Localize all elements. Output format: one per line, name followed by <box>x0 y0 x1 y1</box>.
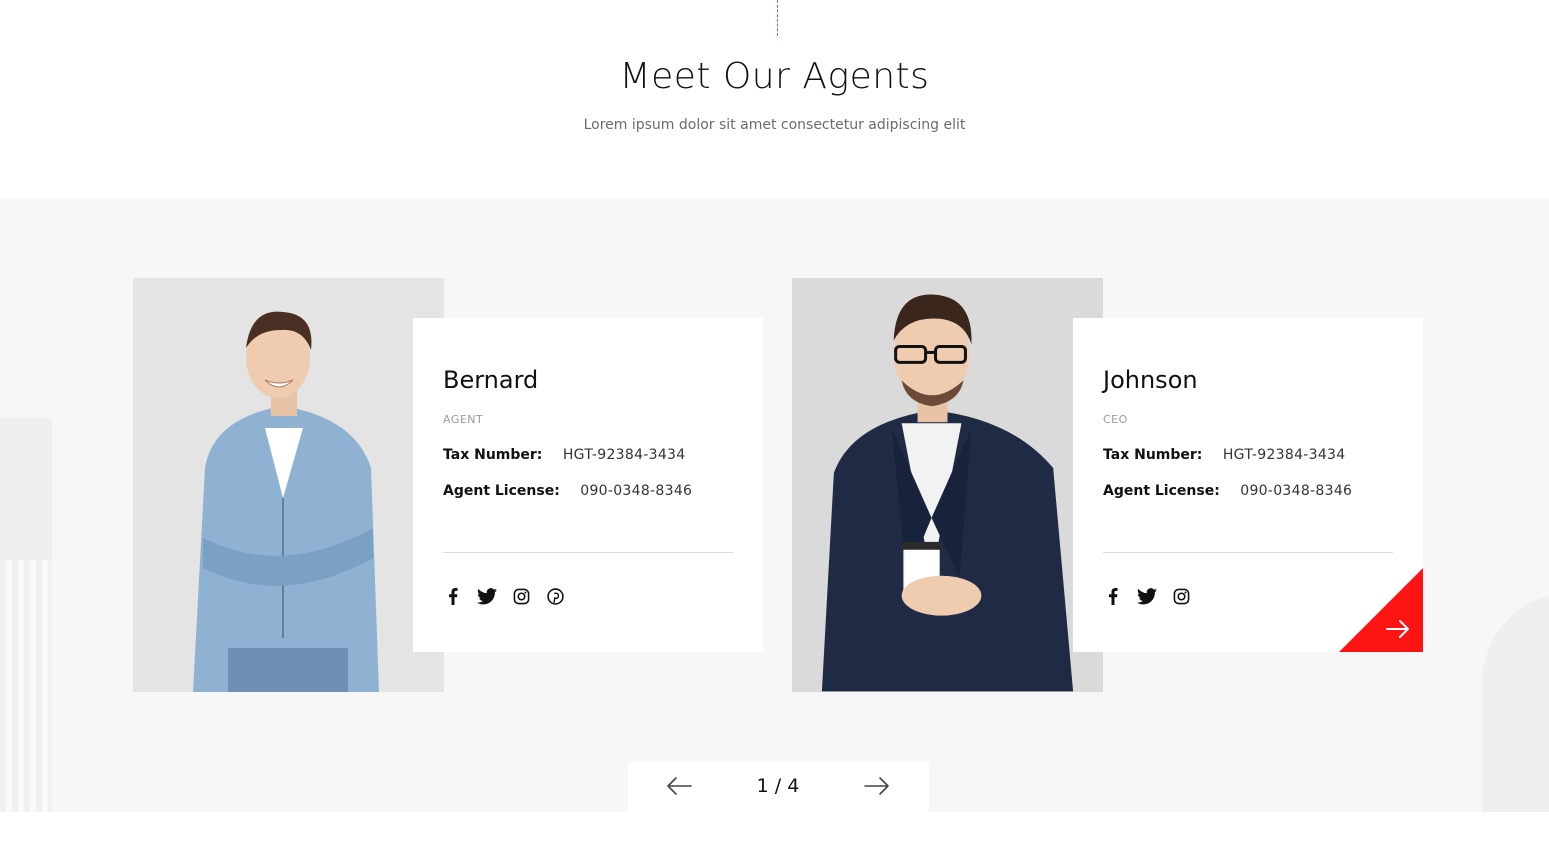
instagram-icon[interactable] <box>1171 586 1191 606</box>
tax-number-value: HGT-92384-3434 <box>562 447 686 463</box>
agent-photo <box>133 278 444 692</box>
agent-photo-man-blazer-coffee <box>792 278 1103 692</box>
card-divider <box>1103 552 1393 553</box>
next-slide-button[interactable] <box>864 776 894 798</box>
card-divider <box>443 552 733 553</box>
decorative-stripes <box>0 560 52 812</box>
twitter-icon[interactable] <box>477 586 497 606</box>
arrow-right-icon <box>864 777 889 795</box>
agent-name[interactable]: Bernard <box>443 366 538 394</box>
tax-number-label: Tax Number: <box>1103 447 1203 463</box>
arrow-left-icon <box>667 777 692 795</box>
agent-name[interactable]: Johnson <box>1103 366 1198 394</box>
slide-counter: 1 / 4 <box>756 775 800 797</box>
agent-license-label: Agent License: <box>443 483 560 499</box>
agent-details-button[interactable] <box>1339 567 1423 652</box>
agent-photo <box>792 278 1103 692</box>
social-links <box>1103 586 1191 606</box>
facebook-icon[interactable] <box>1103 586 1123 606</box>
corner-accent <box>1339 567 1423 652</box>
agent-license-value: 090-0348-8346 <box>580 483 693 499</box>
agent-role: AGENT <box>443 413 484 426</box>
agent-card: Johnson CEO Tax Number: HGT-92384-3434 A… <box>1073 318 1423 652</box>
agent-license-value: 090-0348-8346 <box>1240 483 1353 499</box>
decorative-arc <box>1482 593 1549 812</box>
facebook-icon[interactable] <box>443 586 463 606</box>
section-top-divider <box>777 0 778 36</box>
agent-photo-man-denim-shirt <box>133 278 444 692</box>
agent-license-row: Agent License: 090-0348-8346 <box>443 483 692 499</box>
twitter-icon[interactable] <box>1137 586 1157 606</box>
tax-number-row: Tax Number: HGT-92384-3434 <box>443 447 685 463</box>
arrow-right-icon <box>1386 620 1409 638</box>
agent-license-label: Agent License: <box>1103 483 1220 499</box>
pinterest-icon[interactable] <box>545 586 565 606</box>
tax-number-value: HGT-92384-3434 <box>1222 447 1346 463</box>
agent-role: CEO <box>1103 413 1128 426</box>
prev-slide-button[interactable] <box>666 776 696 798</box>
agent-card: Bernard AGENT Tax Number: HGT-92384-3434… <box>413 318 763 652</box>
carousel-pagination: 1 / 4 <box>628 762 929 812</box>
tax-number-row: Tax Number: HGT-92384-3434 <box>1103 447 1345 463</box>
social-links <box>443 586 565 606</box>
instagram-icon[interactable] <box>511 586 531 606</box>
section-subtitle: Lorem ipsum dolor sit amet consectetur a… <box>583 117 966 133</box>
tax-number-label: Tax Number: <box>443 447 543 463</box>
section-title: Meet Our Agents <box>619 56 930 97</box>
decorative-block <box>0 418 52 560</box>
agent-license-row: Agent License: 090-0348-8346 <box>1103 483 1352 499</box>
